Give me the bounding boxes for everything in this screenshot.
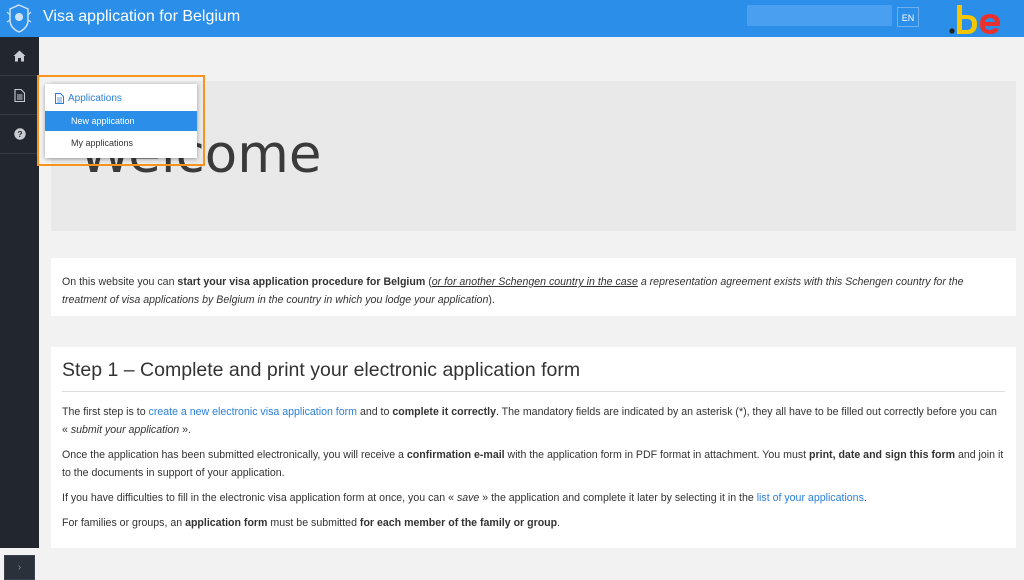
paragraph-text: Once the application has been submitted … (62, 449, 407, 461)
language-selector[interactable]: EN (897, 7, 919, 27)
paragraph-italic: save (456, 492, 480, 504)
search-input[interactable] (747, 5, 892, 26)
paragraph-bold: complete it correctly (392, 406, 496, 418)
paragraph-bold: print, date and sign this form (809, 449, 955, 461)
step1-paragraph-2: Once the application has been submitted … (62, 446, 1005, 482)
sidebar-item-applications[interactable] (0, 76, 39, 115)
list-of-applications-link[interactable]: list of your applications (757, 492, 864, 504)
step1-card: Step 1 – Complete and print your electro… (51, 347, 1016, 548)
sidebar-item-home[interactable] (0, 37, 39, 76)
paragraph-text: ». (179, 424, 191, 436)
paragraph-text: must be submitted (267, 517, 360, 529)
svg-text:?: ? (17, 129, 22, 139)
be-brand-logo[interactable] (947, 0, 1003, 37)
paragraph-text: . (863, 492, 867, 504)
paragraph-text: The first step is to (62, 406, 149, 418)
paragraph-text: . (557, 517, 561, 529)
document-icon (14, 88, 25, 102)
paragraph-text: If you have difficulties to fill in the … (62, 492, 457, 504)
create-application-link[interactable]: create a new electronic visa application… (149, 406, 357, 418)
belgium-coat-of-arms-logo[interactable] (4, 2, 34, 35)
app-title: Visa application for Belgium (43, 8, 241, 25)
paragraph-text: For families or groups, an (62, 517, 186, 529)
help-icon: ? (13, 128, 26, 140)
intro-text: On this website you can (62, 276, 178, 288)
paragraph-italic: submit your application (70, 424, 180, 436)
top-bar: Visa application for Belgium EN (0, 0, 1024, 37)
paragraph-bold: for each member of the family or group (359, 517, 558, 529)
intro-bold: start your visa application procedure fo… (177, 276, 426, 288)
step1-paragraph-1: The first step is to create a new electr… (62, 403, 1005, 439)
sidebar-collapse-toggle[interactable]: › (4, 555, 35, 580)
intro-card: On this website you can start your visa … (51, 258, 1016, 316)
paragraph-text: and to (357, 406, 393, 418)
paragraph-bold: application form (185, 517, 268, 529)
sidebar-item-help[interactable]: ? (0, 115, 39, 154)
step1-paragraph-4: For families or groups, an application f… (62, 514, 1005, 532)
intro-italic-underlined: or for another Schengen country in the c… (431, 276, 638, 288)
sidebar: ? › (0, 37, 39, 580)
intro-text: ). (488, 294, 495, 306)
home-icon (13, 50, 26, 62)
paragraph-bold: confirmation e-mail (406, 449, 505, 461)
paragraph-text: with the application form in PDF format … (504, 449, 810, 461)
highlight-frame (37, 75, 205, 166)
step1-title: Step 1 – Complete and print your electro… (62, 359, 1005, 392)
paragraph-text: » the application and complete it later … (479, 492, 757, 504)
step1-paragraph-3: If you have difficulties to fill in the … (62, 489, 1005, 507)
